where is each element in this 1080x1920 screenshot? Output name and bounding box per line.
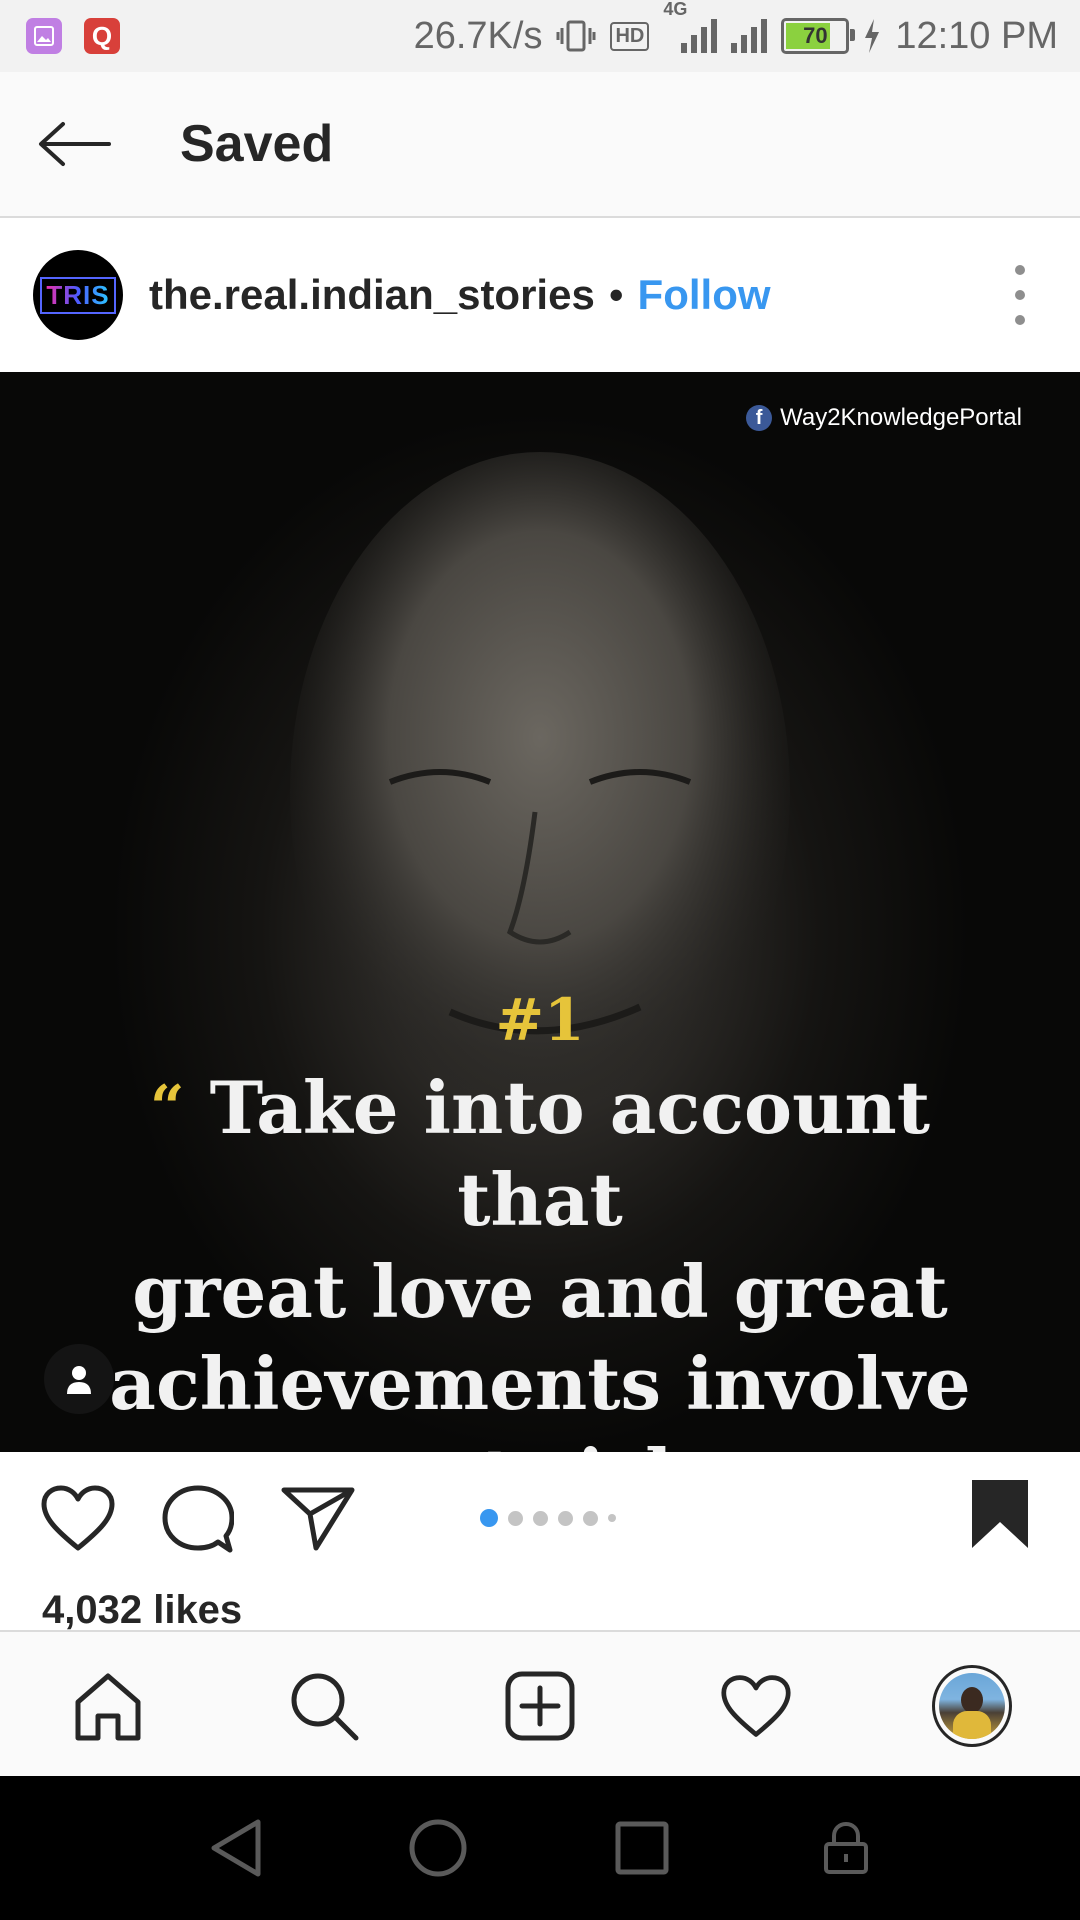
carousel-dot bbox=[608, 1514, 616, 1522]
add-post-icon bbox=[505, 1671, 575, 1741]
quote-line: achievements involve bbox=[109, 1341, 971, 1426]
circle-home-icon bbox=[409, 1819, 467, 1877]
page-title: Saved bbox=[180, 115, 334, 173]
watermark: f Way2KnowledgePortal bbox=[746, 404, 1022, 432]
nav-home[interactable] bbox=[68, 1666, 148, 1746]
signal-strength-icon bbox=[731, 19, 768, 53]
post-header: TRIS the.real.indian_stories • Follow bbox=[0, 218, 1080, 372]
save-button[interactable] bbox=[970, 1478, 1030, 1555]
hd-badge: HD bbox=[610, 21, 650, 51]
watermark-text: Way2KnowledgePortal bbox=[780, 404, 1022, 431]
nav-profile[interactable] bbox=[932, 1665, 1012, 1747]
lock-icon bbox=[824, 1821, 868, 1874]
person-icon bbox=[67, 1366, 91, 1394]
clock: 12:10 PM bbox=[895, 14, 1058, 57]
charging-icon bbox=[865, 19, 880, 53]
quote-text: “ Take into account that great love and … bbox=[60, 1062, 1020, 1452]
quote-line: “ Take into account that bbox=[149, 1065, 931, 1242]
network-type-label: 4G bbox=[663, 0, 688, 19]
system-home-button[interactable] bbox=[406, 1816, 470, 1880]
more-options-button[interactable] bbox=[1010, 265, 1030, 325]
nav-activity[interactable] bbox=[716, 1666, 796, 1746]
close-quote-mark: ” bbox=[745, 1441, 780, 1452]
likes-count[interactable]: 4,032 likes bbox=[42, 1588, 242, 1633]
comment-icon bbox=[162, 1485, 235, 1553]
system-navigation-bar bbox=[0, 1776, 1080, 1920]
network-speed: 26.7K/s bbox=[413, 14, 543, 57]
carousel-dot bbox=[533, 1510, 548, 1526]
heart-outline-icon bbox=[41, 1485, 115, 1551]
system-recents-button[interactable] bbox=[610, 1816, 674, 1880]
more-dot bbox=[1015, 265, 1025, 275]
bottom-navigation bbox=[0, 1630, 1080, 1778]
post-actions bbox=[0, 1452, 1080, 1582]
tagged-people-button[interactable] bbox=[44, 1344, 114, 1414]
post-image[interactable]: f Way2KnowledgePortal #1 “ Take into acc… bbox=[0, 372, 1080, 1452]
follow-button[interactable]: Follow bbox=[638, 271, 771, 319]
carousel-dot bbox=[583, 1510, 598, 1526]
search-icon bbox=[291, 1673, 359, 1741]
carousel-dot bbox=[508, 1510, 523, 1526]
profile-avatar bbox=[932, 1665, 1012, 1747]
gallery-notification-icon bbox=[26, 18, 62, 54]
quote-line: great risk. ” bbox=[60, 1430, 1020, 1452]
activity-heart-icon bbox=[721, 1675, 791, 1737]
screen-lock-button[interactable] bbox=[814, 1816, 878, 1880]
author-avatar[interactable]: TRIS bbox=[33, 250, 123, 340]
nav-search[interactable] bbox=[284, 1666, 364, 1746]
quote-rank: #1 bbox=[495, 986, 585, 1054]
carousel-dot bbox=[558, 1510, 573, 1526]
system-back-button[interactable] bbox=[204, 1816, 268, 1880]
author-username[interactable]: the.real.indian_stories bbox=[149, 271, 595, 319]
profile-photo bbox=[939, 1673, 1005, 1739]
triangle-back-icon bbox=[211, 1819, 261, 1877]
square-recents-icon bbox=[615, 1821, 669, 1875]
q-app-notification-icon: Q bbox=[84, 18, 120, 54]
facebook-icon: f bbox=[746, 405, 773, 431]
avatar-text: TRIS bbox=[40, 276, 116, 314]
battery-icon: 70 bbox=[781, 18, 856, 54]
send-icon bbox=[281, 1487, 355, 1551]
like-button[interactable] bbox=[40, 1484, 116, 1557]
vibrate-icon bbox=[556, 20, 596, 52]
more-dot bbox=[1015, 290, 1025, 300]
back-button[interactable] bbox=[14, 72, 134, 216]
app-header: Saved bbox=[0, 72, 1080, 218]
back-arrow-icon bbox=[39, 122, 111, 166]
comment-button[interactable] bbox=[162, 1484, 235, 1559]
quote-line: great love and great bbox=[132, 1249, 948, 1334]
more-dot bbox=[1015, 315, 1025, 325]
carousel-indicator bbox=[480, 1509, 616, 1527]
status-bar: Q 26.7K/s HD 4G 70 12:10 PM bbox=[0, 0, 1080, 72]
share-button[interactable] bbox=[280, 1484, 356, 1557]
bookmark-filled-icon bbox=[972, 1480, 1028, 1548]
carousel-dot bbox=[480, 1509, 498, 1527]
open-quote-mark: “ bbox=[149, 1073, 185, 1143]
battery-level: 70 bbox=[803, 23, 828, 48]
separator-dot: • bbox=[608, 271, 624, 318]
mobile-signal-icon: 4G bbox=[663, 0, 718, 53]
nav-new-post[interactable] bbox=[500, 1666, 580, 1746]
home-icon bbox=[75, 1673, 141, 1741]
